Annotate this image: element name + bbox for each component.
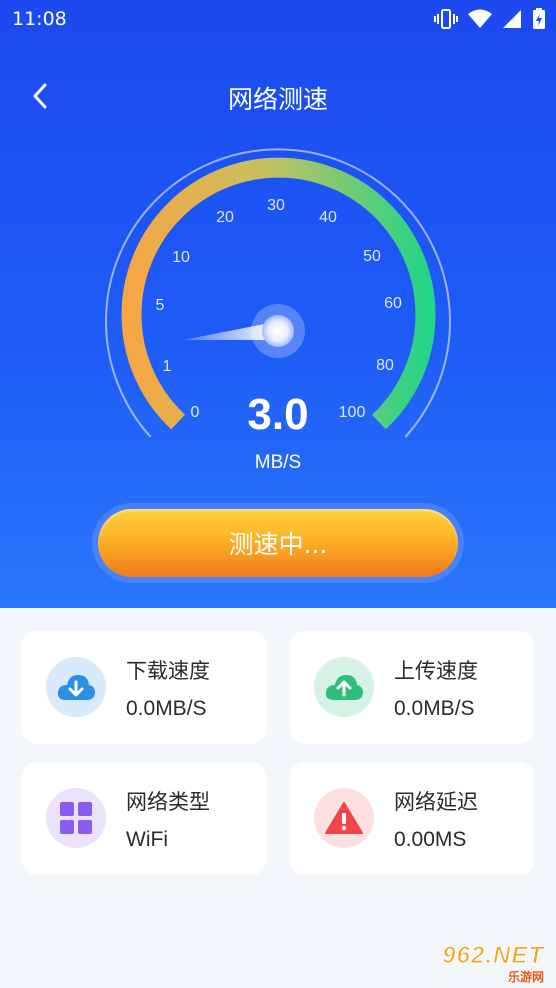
download-cloud-icon [46,657,106,717]
watermark-text: 962.NET [442,942,544,970]
network-latency-card: 网络延迟 0.00MS [290,762,534,875]
grid-icon [46,788,106,848]
upload-cloud-icon [314,657,374,717]
header-panel: 11:08 网络测速 0 1 5 10 20 30 40 50 60 80 10… [0,0,556,608]
card-label: 网络延迟 [394,790,478,814]
speed-value: 3.0 [247,390,309,439]
status-icons [434,8,546,30]
gauge-tick-label: 10 [172,249,190,266]
battery-icon [533,8,545,29]
page-title: 网络测速 [227,85,328,114]
watermark-subtext: 乐游网 [507,970,544,984]
gauge-tick-label: 40 [319,209,337,226]
card-label: 下载速度 [126,659,210,683]
gauge-tick-label: 5 [156,297,165,314]
gauge-tick-label: 80 [376,357,394,374]
upload-speed-card: 上传速度 0.0MB/S [290,631,534,744]
card-value: 0.00MS [394,828,467,851]
card-value: WiFi [126,828,168,851]
speed-test-button-frame: 测速中... [92,503,464,583]
gauge-tick-label: 30 [267,197,285,214]
status-time: 11:08 [12,8,67,30]
vibrate-icon [434,9,458,29]
watermark-logo: 962.NET 乐游网 [412,940,552,985]
gauge-tick-label: 1 [163,358,172,375]
network-type-card: 网络类型 WiFi [22,762,266,875]
wifi-icon [468,9,492,28]
card-value: 0.0MB/S [126,697,207,720]
gauge-tick-label: 20 [216,209,234,226]
card-value: 0.0MB/S [394,697,475,720]
speed-unit: MB/S [254,452,302,473]
gauge-hub [262,315,294,347]
card-label: 网络类型 [126,790,210,814]
title-bar: 网络测速 [0,70,556,120]
warning-icon [314,788,374,848]
gauge-tick-label: 50 [363,248,381,265]
download-speed-card: 下载速度 0.0MB/S [22,631,266,744]
card-label: 上传速度 [394,659,478,683]
status-bar: 11:08 [0,0,556,40]
gauge-tick-label: 60 [384,295,402,312]
speed-test-button[interactable]: 测速中... [98,509,458,577]
cellular-signal-icon [503,10,521,28]
